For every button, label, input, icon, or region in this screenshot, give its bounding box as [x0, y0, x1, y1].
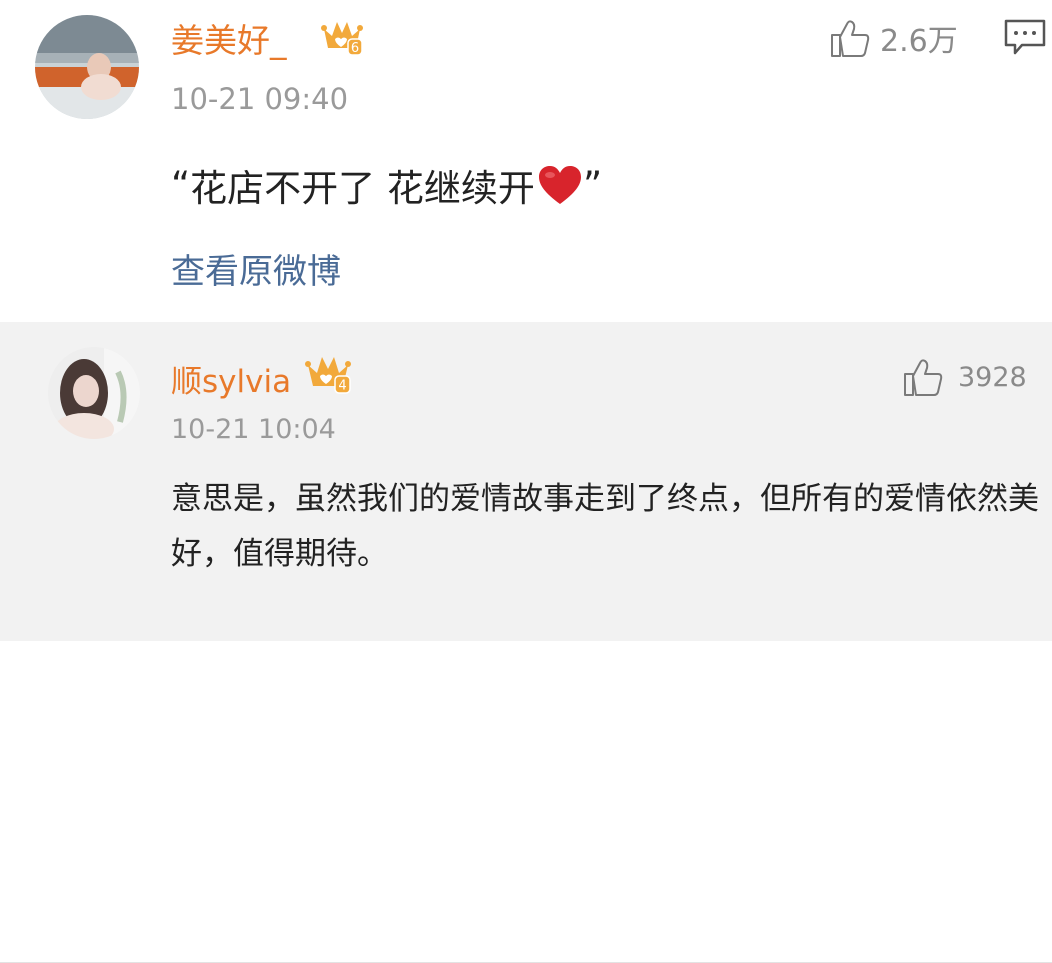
username[interactable]: 姜美好_ — [171, 14, 287, 62]
reply-comment-icon[interactable] — [1004, 19, 1046, 56]
comment-text: “ 花店不开了 花继续开 ” — [171, 158, 602, 212]
comment-item: 顺sylvia 4 10-21 10:04 3928 意思是，虽然我们的爱情故事… — [0, 322, 1052, 963]
quote-open: “ — [171, 163, 191, 207]
view-original-link[interactable]: 查看原微博 — [171, 244, 341, 293]
heart-emoji-icon — [537, 164, 583, 206]
avatar[interactable] — [35, 15, 139, 119]
avatar[interactable] — [48, 347, 140, 439]
quote-text: 花店不开了 花继续开 — [190, 167, 535, 210]
comment-text: 意思是，虽然我们的爱情故事走到了终点，但所有的爱情依然美好，值得期待。 — [171, 481, 1039, 572]
like-button[interactable]: 2.6万 — [829, 16, 958, 60]
like-count: 2.6万 — [880, 24, 958, 59]
comment-item: 姜美好_ 6 10-21 09:40 2.6万 “ 花店不开了 花继续开 ” 查… — [0, 0, 1052, 322]
timestamp: 10-21 09:40 — [171, 82, 349, 116]
like-button[interactable]: 3928 — [902, 357, 1027, 397]
crown-level: 4 — [338, 379, 346, 394]
crown-badge-icon: 6 — [321, 17, 363, 57]
crown-level: 6 — [351, 41, 359, 56]
crown-badge-icon: 4 — [305, 352, 351, 395]
quote-close: ” — [582, 163, 603, 207]
thumbs-up-icon — [904, 359, 943, 396]
thumbs-up-icon — [831, 20, 870, 57]
like-count: 3928 — [958, 361, 1027, 393]
username[interactable]: 顺sylvia — [171, 356, 291, 401]
timestamp: 10-21 10:04 — [171, 414, 336, 445]
